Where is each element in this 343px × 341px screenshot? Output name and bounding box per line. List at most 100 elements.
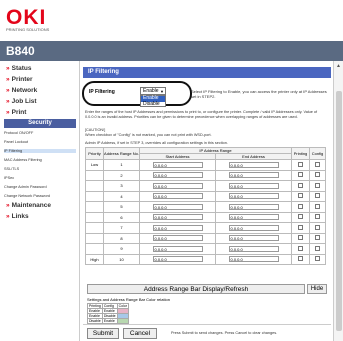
printing-checkbox[interactable] (298, 256, 303, 262)
table-row: High 10 0.0.0.0 0.0.0.0 (85, 253, 326, 265)
end-address-input[interactable]: 0.0.0.0 (228, 245, 279, 252)
note-admin: Admin IP Address, if set in STEP 3, over… (85, 141, 228, 145)
legend-printing: Disable (87, 318, 103, 324)
config-checkbox[interactable] (315, 161, 320, 167)
printing-checkbox[interactable] (298, 182, 303, 188)
address-range-bar-button[interactable]: Address Range Bar Display/Refresh (87, 284, 305, 294)
nav-sub-panel-lockout[interactable]: Panel Lockout (4, 140, 28, 144)
printing-cell (291, 169, 310, 181)
config-checkbox[interactable] (315, 235, 320, 241)
scroll-up-icon[interactable]: ▲ (336, 63, 341, 69)
priority-cell (85, 232, 104, 244)
arrow-icon: » (6, 202, 10, 209)
nav-sub-ipsec[interactable]: IPSec (4, 176, 14, 180)
nav-maintenance[interactable]: » Maintenance (6, 202, 51, 209)
config-checkbox[interactable] (315, 224, 320, 230)
ip-filtering-select[interactable]: Enable ▼ (140, 87, 166, 95)
table-row: 2 0.0.0.0 0.0.0.0 (85, 169, 326, 181)
end-address-input[interactable]: 0.0.0.0 (228, 193, 279, 200)
end-address-input[interactable]: 0.0.0.0 (228, 214, 279, 221)
nav-sub-mac-filtering[interactable]: MAC Address Filtering (4, 158, 42, 162)
printing-checkbox[interactable] (298, 235, 303, 241)
header-range-no: Address Range No. (103, 147, 140, 160)
table-row: Low 1 0.0.0.0 0.0.0.0 (85, 159, 326, 171)
legend-title: Settings and Address Range Bar Color rel… (87, 297, 170, 302)
nav-links[interactable]: » Links (6, 213, 29, 220)
option-disable[interactable]: Disable (141, 101, 165, 108)
model-name: B840 (6, 44, 35, 58)
config-cell (309, 201, 326, 213)
arrow-icon: » (6, 87, 10, 94)
start-address-input[interactable]: 0.0.0.0 (152, 182, 203, 189)
config-checkbox[interactable] (315, 256, 320, 262)
table-row: 7 0.0.0.0 0.0.0.0 (85, 222, 326, 234)
nav-network[interactable]: » Network (6, 87, 37, 94)
printing-checkbox[interactable] (298, 161, 303, 167)
range-no-cell: 9 (103, 243, 140, 255)
nav-printer[interactable]: » Printer (6, 76, 33, 83)
nav-sub-protocol[interactable]: Protocol ON/OFF (4, 131, 33, 135)
end-address-input[interactable]: 0.0.0.0 (228, 182, 279, 189)
printing-checkbox[interactable] (298, 203, 303, 209)
start-address-input[interactable]: 0.0.0.0 (152, 193, 203, 200)
end-address-input[interactable]: 0.0.0.0 (228, 161, 279, 168)
nav-status[interactable]: » Status (6, 65, 32, 72)
arrow-icon: » (6, 65, 10, 72)
range-no-cell: 6 (103, 211, 140, 223)
nav-job-list[interactable]: » Job List (6, 98, 37, 105)
legend-config: Enable (101, 308, 118, 314)
config-checkbox[interactable] (315, 245, 320, 251)
start-address-input[interactable]: 0.0.0.0 (152, 161, 203, 168)
hide-button[interactable]: Hide (307, 284, 327, 294)
config-checkbox[interactable] (315, 182, 320, 188)
arrow-icon: » (6, 76, 10, 83)
start-address-cell: 0.0.0.0 (139, 201, 216, 213)
nav-print[interactable]: » Print (6, 109, 26, 116)
printing-checkbox[interactable] (298, 193, 303, 199)
nav-sub-admin-password[interactable]: Change Admin Password (4, 185, 47, 189)
nav-sub-network-password[interactable]: Change Network Password (4, 194, 50, 198)
end-address-input[interactable]: 0.0.0.0 (228, 203, 279, 210)
scrollbar[interactable]: ▲ (333, 61, 343, 341)
printing-checkbox[interactable] (298, 245, 303, 251)
start-address-input[interactable]: 0.0.0.0 (152, 245, 203, 252)
start-address-input[interactable]: 0.0.0.0 (152, 235, 203, 242)
end-address-input[interactable]: 0.0.0.0 (228, 235, 279, 242)
legend-config: Enable (101, 318, 118, 324)
start-address-cell: 0.0.0.0 (139, 232, 216, 244)
config-checkbox[interactable] (315, 172, 320, 178)
printing-checkbox[interactable] (298, 172, 303, 178)
end-address-input[interactable]: 0.0.0.0 (228, 256, 279, 263)
config-checkbox[interactable] (315, 193, 320, 199)
nav-sub-ssl[interactable]: SSL/TLS (4, 167, 19, 171)
start-address-input[interactable]: 0.0.0.0 (152, 172, 203, 179)
end-address-input[interactable]: 0.0.0.0 (228, 172, 279, 179)
printing-checkbox[interactable] (298, 214, 303, 220)
config-checkbox[interactable] (315, 214, 320, 220)
chevron-down-icon: ▼ (160, 89, 164, 94)
start-address-input[interactable]: 0.0.0.0 (152, 256, 203, 263)
end-address-input[interactable]: 0.0.0.0 (228, 224, 279, 231)
config-checkbox[interactable] (315, 203, 320, 209)
priority-cell (85, 169, 104, 181)
arrow-icon: » (6, 213, 10, 220)
main-panel: IP Filtering IP Filtering Enable ▼ Enabl… (82, 61, 331, 341)
end-address-cell: 0.0.0.0 (215, 232, 292, 244)
cancel-button[interactable]: Cancel (123, 328, 157, 339)
table-row: 3 0.0.0.0 0.0.0.0 (85, 180, 326, 192)
start-address-input[interactable]: 0.0.0.0 (152, 214, 203, 221)
footer-instructions: Press Submit to send changes. Press Canc… (171, 331, 278, 335)
config-cell (309, 222, 326, 234)
printing-cell (291, 201, 310, 213)
start-address-input[interactable]: 0.0.0.0 (152, 224, 203, 231)
nav-sub-ip-filtering[interactable]: IP Filtering (4, 149, 76, 153)
end-address-cell: 0.0.0.0 (215, 201, 292, 213)
scrollbar-thumb[interactable] (336, 91, 342, 331)
start-address-input[interactable]: 0.0.0.0 (152, 203, 203, 210)
start-address-cell: 0.0.0.0 (139, 211, 216, 223)
note-ranges: Enter the ranges of the host IP Addresse… (85, 110, 318, 119)
nav-security[interactable]: Security (4, 119, 76, 128)
submit-button[interactable]: Submit (87, 328, 119, 339)
config-cell (309, 159, 326, 171)
printing-checkbox[interactable] (298, 224, 303, 230)
